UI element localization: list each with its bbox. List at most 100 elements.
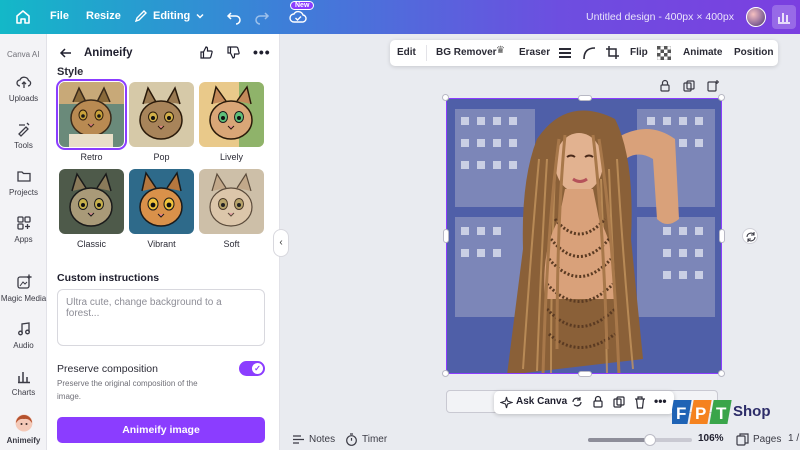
style-thumb-vibrant — [129, 169, 194, 234]
collapse-panel-button[interactable]: ‹ — [273, 229, 289, 257]
bottom-status-bar: Notes Timer 106% Pages 1 / — [281, 428, 800, 450]
preserve-composition-label: Preserve composition — [57, 363, 158, 375]
add-page-icon[interactable] — [706, 79, 720, 93]
crop-icon[interactable] — [605, 45, 620, 63]
duplicate-icon[interactable] — [682, 79, 696, 93]
cloud-save-icon[interactable] — [289, 8, 307, 26]
rail-item-magic-media[interactable]: Magic Media — [0, 274, 47, 303]
preserve-composition-description: Preserve the original composition of the… — [57, 379, 198, 401]
style-thumb-retro — [56, 79, 127, 150]
redo-icon[interactable] — [254, 9, 270, 25]
ask-canva-button[interactable]: Ask Canva — [516, 396, 567, 407]
resize-handle-top-left[interactable] — [442, 94, 449, 101]
charts-icon — [17, 372, 30, 384]
bg-remover-button[interactable]: BG Remover — [436, 47, 497, 58]
resize-handle-bottom-right[interactable] — [718, 370, 725, 377]
apps-icon — [16, 216, 31, 230]
notes-button[interactable]: Notes — [292, 433, 335, 446]
flip-button[interactable]: Flip — [630, 47, 648, 58]
resize-button[interactable]: Resize — [86, 10, 121, 22]
home-icon[interactable] — [14, 8, 32, 26]
style-thumb-lively — [199, 82, 264, 147]
animeify-panel: Animeify ••• Style Retro Pop Lively Clas… — [47, 34, 280, 450]
editing-mode-label: Editing — [153, 10, 191, 22]
resize-handle-left[interactable] — [443, 229, 449, 243]
resize-handle-top-right[interactable] — [718, 94, 725, 101]
pages-label: Pages — [753, 434, 782, 445]
style-card-lively[interactable]: Lively — [199, 82, 264, 162]
refresh-magic-icon[interactable] — [570, 395, 584, 409]
resize-handle-right[interactable] — [719, 229, 725, 243]
border-style-icon[interactable] — [558, 46, 572, 63]
thumbs-up-icon[interactable] — [199, 45, 214, 60]
preserve-composition-toggle[interactable]: ✓ — [239, 361, 265, 376]
thumbs-down-icon[interactable] — [226, 45, 241, 60]
position-button[interactable]: Position — [734, 47, 773, 58]
timer-button[interactable]: Timer — [345, 433, 387, 446]
tools-icon — [17, 122, 29, 137]
rail-label: Tools — [14, 141, 33, 150]
style-label: Pop — [153, 152, 170, 162]
zoom-slider-handle[interactable] — [644, 434, 657, 446]
svg-text:P: P — [695, 404, 706, 423]
page-indicator: 1 / — [788, 433, 800, 444]
resize-handle-top[interactable] — [578, 95, 592, 101]
animeify-image-button[interactable]: Animeify image — [57, 417, 265, 443]
zoom-slider[interactable] — [588, 434, 692, 446]
rail-item-animeify[interactable]: Animeify — [0, 414, 47, 445]
rail-item-tools[interactable]: Tools — [0, 121, 47, 150]
rail-label: Projects — [9, 188, 38, 197]
style-card-classic[interactable]: Classic — [59, 169, 124, 249]
style-label: Vibrant — [147, 239, 176, 249]
chevron-down-icon — [196, 13, 204, 19]
animate-button[interactable]: Animate — [683, 47, 722, 58]
bar-chart-icon — [778, 13, 790, 24]
panel-title: Animeify — [84, 47, 133, 59]
top-bar: File Resize Editing New Untitled design … — [0, 0, 800, 34]
lock-icon[interactable] — [658, 79, 672, 93]
more-options-icon[interactable]: ••• — [253, 45, 271, 59]
back-arrow-icon[interactable] — [59, 46, 73, 60]
document-title[interactable]: Untitled design - 400px × 400px — [586, 11, 734, 23]
copy-icon[interactable] — [612, 395, 626, 409]
edit-button[interactable]: Edit — [397, 47, 416, 58]
style-card-soft[interactable]: Soft — [199, 169, 264, 249]
transparency-icon[interactable] — [656, 45, 672, 63]
style-label: Classic — [76, 239, 106, 249]
zoom-slider-fill — [588, 438, 651, 442]
rail-item-apps[interactable]: Apps — [0, 215, 47, 244]
rail-item-charts[interactable]: Charts — [0, 368, 47, 397]
style-label: Retro — [80, 152, 103, 162]
style-card-pop[interactable]: Pop — [129, 82, 194, 162]
more-options-icon[interactable]: ••• — [654, 394, 667, 408]
rail-item-audio[interactable]: Audio — [0, 321, 47, 350]
rail-item-projects[interactable]: Projects — [0, 168, 47, 197]
insights-button[interactable] — [772, 5, 796, 29]
trash-icon[interactable] — [633, 395, 647, 409]
rail-brand-label: Canva AI — [7, 50, 40, 59]
style-thumb-classic — [59, 169, 124, 234]
user-avatar[interactable] — [746, 7, 766, 27]
style-card-vibrant[interactable]: Vibrant — [129, 169, 194, 249]
pages-button[interactable]: Pages — [736, 433, 781, 446]
file-menu-button[interactable]: File — [50, 10, 69, 22]
lock-icon[interactable] — [591, 395, 605, 409]
canvas-photo[interactable] — [446, 98, 722, 374]
style-thumb-pop — [129, 82, 194, 147]
resize-handle-bottom[interactable] — [578, 371, 592, 377]
style-heading: Style — [57, 66, 84, 78]
rail-label: Animeify — [6, 436, 41, 445]
rotate-icon[interactable] — [742, 228, 758, 244]
zoom-percentage[interactable]: 106% — [698, 433, 724, 444]
eraser-button[interactable]: Eraser — [519, 47, 550, 58]
corner-rounding-icon[interactable] — [582, 46, 596, 63]
timer-icon — [346, 433, 357, 446]
magic-media-icon — [16, 274, 32, 289]
svg-text:T: T — [716, 404, 727, 423]
custom-instructions-input[interactable]: Ultra cute, change background to a fores… — [57, 289, 265, 346]
style-card-retro[interactable]: Retro — [56, 79, 127, 162]
rail-item-uploads[interactable]: Uploads — [0, 74, 47, 103]
undo-icon[interactable] — [226, 9, 242, 25]
editing-mode-dropdown[interactable]: Editing — [134, 9, 205, 23]
resize-handle-bottom-left[interactable] — [442, 370, 449, 377]
